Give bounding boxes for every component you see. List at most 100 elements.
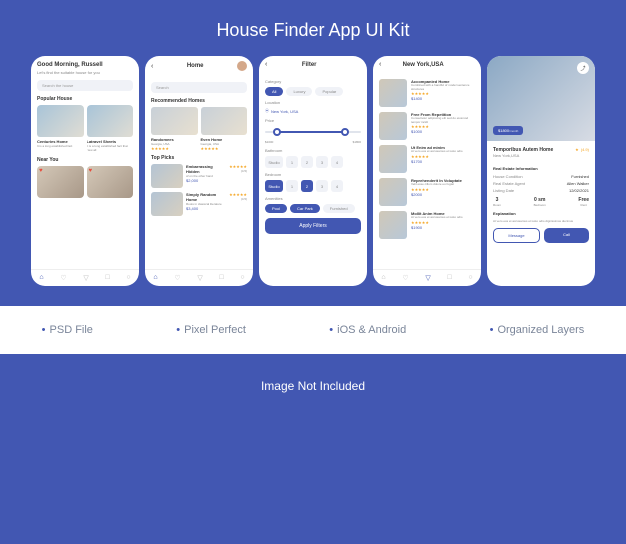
location-value[interactable]: ⦿New York, USA <box>265 108 361 114</box>
spec-label: Rent <box>578 203 589 207</box>
location-label: Location <box>265 100 361 105</box>
amenities-label: Amenities <box>265 196 361 201</box>
search-input[interactable]: Search <box>151 82 247 93</box>
price-label: Price <box>265 118 361 123</box>
message-button[interactable]: Message <box>493 228 540 243</box>
num-chip[interactable]: 2 <box>301 180 313 192</box>
profile-icon[interactable]: ○ <box>126 274 130 282</box>
price-max: $1800 <box>353 140 361 144</box>
feature-item: iOS & Android <box>329 324 406 336</box>
filter-icon[interactable]: ▽ <box>83 274 88 282</box>
profile-icon[interactable]: ○ <box>240 274 244 282</box>
house-image <box>379 145 407 173</box>
near-card[interactable]: ♥ <box>37 166 84 198</box>
rating-badge: ★(4.9) <box>575 147 589 152</box>
category-chip[interactable]: Luxury <box>286 87 312 96</box>
amenity-chip[interactable]: Furnished <box>323 204 355 213</box>
list-item[interactable]: Ut Enim ad minimAt vero eos et accusamus… <box>379 145 475 173</box>
list-item[interactable]: Accompanied HomeCombined with a handful … <box>379 79 475 107</box>
bedroom-label: Bedroom <box>265 172 361 177</box>
apply-filters-button[interactable]: Apply Filters <box>265 218 361 234</box>
price-tag: $1800/month <box>493 126 523 135</box>
call-button[interactable]: Call <box>544 228 589 243</box>
house-card[interactable]: Centuries Home It is a long established … <box>37 105 84 152</box>
heart-icon[interactable]: ♡ <box>60 274 66 282</box>
pick-title: Simply Random Home <box>186 192 226 202</box>
heart-icon[interactable]: ♡ <box>174 274 180 282</box>
num-chip[interactable]: Studio <box>265 156 283 168</box>
rec-card[interactable]: Randomees Georgia, USA ★★★★★ <box>151 107 198 151</box>
num-chip[interactable]: 3 <box>316 156 328 168</box>
house-card[interactable]: Latravel Sheets It is a long established… <box>87 105 134 152</box>
house-image <box>379 178 407 206</box>
home-icon[interactable]: ⌂ <box>153 274 157 282</box>
amenity-chip[interactable]: Car Park <box>290 204 320 213</box>
rec-card[interactable]: Even Home Georgia, USA ★★★★★ <box>201 107 248 151</box>
house-image <box>379 79 407 107</box>
pick-item[interactable]: Embarrassing Hidden of on the other hand… <box>151 164 247 188</box>
house-image <box>379 112 407 140</box>
info-heading: Real Estate Information <box>493 166 589 171</box>
bag-icon[interactable]: □ <box>447 274 451 282</box>
bottom-nav: ⌂ ♡ ▽ □ ○ <box>373 269 481 286</box>
num-chip[interactable]: 2 <box>301 156 313 168</box>
home-icon[interactable]: ⌂ <box>39 274 43 282</box>
footer-note: Image Not Included <box>0 354 626 393</box>
pin-icon: ⦿ <box>265 108 269 114</box>
num-chip[interactable]: Studio <box>265 180 283 192</box>
num-chip[interactable]: 1 <box>286 156 298 168</box>
num-chip[interactable]: 4 <box>331 156 343 168</box>
explanation-heading: Explanation <box>493 211 589 216</box>
feature-item: PSD File <box>42 324 93 336</box>
house-image <box>151 192 183 216</box>
spec-label: Bedroom <box>534 203 546 207</box>
share-icon[interactable]: ⤴ <box>577 62 589 74</box>
hero-image: ⤴ $1800/month <box>487 56 595 141</box>
price-slider[interactable] <box>265 126 361 138</box>
num-chip[interactable]: 3 <box>316 180 328 192</box>
heart-icon[interactable]: ♥ <box>89 168 93 174</box>
amenity-chip[interactable]: Pool <box>265 204 287 213</box>
rec-heading: Recommended Homes <box>151 98 247 104</box>
kv-value: 12/02/2021 <box>569 188 589 193</box>
category-chip[interactable]: All <box>265 87 283 96</box>
search-input[interactable]: Search the house <box>37 80 133 91</box>
category-chip[interactable]: Popular <box>315 87 343 96</box>
greeting-sub: Let's find the suitable house for you <box>37 70 133 75</box>
near-card[interactable]: ♥ <box>87 166 134 198</box>
screen-listing: ‹ New York,USA Accompanied HomeCombined … <box>373 56 481 286</box>
back-icon[interactable]: ‹ <box>379 61 381 68</box>
screen-title: Home <box>187 63 204 69</box>
list-item[interactable]: Free From RepetitionConsectetur adipisci… <box>379 112 475 140</box>
home-icon[interactable]: ⌂ <box>381 274 385 282</box>
bag-icon[interactable]: □ <box>105 274 109 282</box>
card-sub: It is a long established fact that view … <box>87 144 134 152</box>
bag-icon[interactable]: □ <box>219 274 223 282</box>
num-chip[interactable]: 4 <box>331 180 343 192</box>
house-image <box>379 211 407 239</box>
house-image <box>37 105 84 137</box>
slider-thumb-max[interactable] <box>341 128 349 136</box>
pick-price: $3,400 <box>186 206 226 211</box>
list-item[interactable]: Reprehenderit In VoluptateVelit esse cil… <box>379 178 475 206</box>
features-band: PSD File Pixel Perfect iOS & Android Org… <box>0 306 626 354</box>
heart-icon[interactable]: ♥ <box>39 168 43 174</box>
back-icon[interactable]: ‹ <box>151 63 153 70</box>
filter-icon[interactable]: ▽ <box>425 274 430 282</box>
avatar[interactable] <box>237 61 247 71</box>
heart-icon[interactable]: ♡ <box>402 274 408 282</box>
list-sub: Combined with a handful of model sentenc… <box>411 84 475 91</box>
page-title: House Finder App UI Kit <box>0 0 626 56</box>
screen-home-list: ‹ Home Search Recommended Homes Randomee… <box>145 56 253 286</box>
list-item[interactable]: Mollit Anim HomeAt vero eos et accusamus… <box>379 211 475 239</box>
top-picks-heading: Top Picks <box>151 155 247 161</box>
pick-item[interactable]: Simply Random Home Roots in classical li… <box>151 192 247 216</box>
pick-title: Embarrassing Hidden <box>186 164 226 174</box>
kv-label: Real Estate Agent <box>493 181 525 186</box>
profile-icon[interactable]: ○ <box>468 274 472 282</box>
list-price: $1700 <box>411 159 475 164</box>
slider-thumb-min[interactable] <box>273 128 281 136</box>
num-chip[interactable]: 1 <box>286 180 298 192</box>
back-icon[interactable]: ‹ <box>265 61 267 68</box>
filter-icon[interactable]: ▽ <box>197 274 202 282</box>
